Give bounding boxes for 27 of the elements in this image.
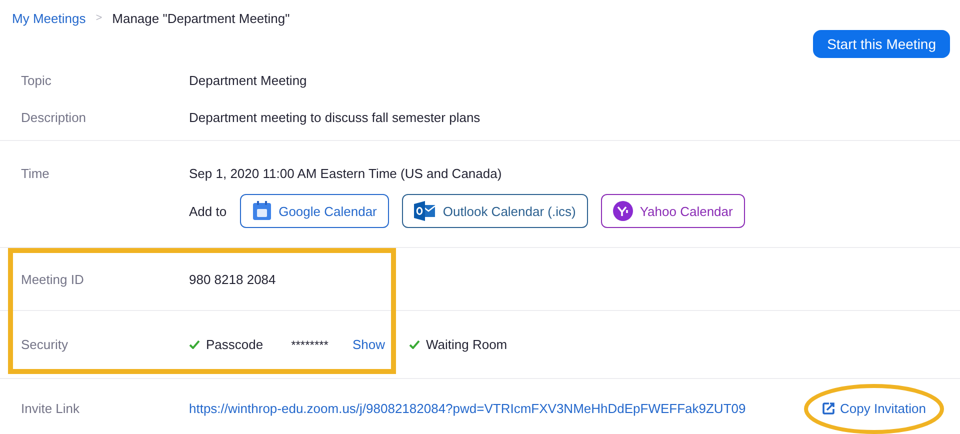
page-title: Manage "Department Meeting": [112, 10, 290, 26]
field-value: Department Meeting: [189, 72, 307, 88]
add-calendar-button[interactable]: Google Calendar: [240, 194, 389, 228]
field-value: 980 8218 2084: [189, 272, 276, 286]
breadcrumb-separator: >: [96, 12, 102, 24]
share-icon: [822, 402, 835, 414]
add-to-label: Add to: [189, 204, 227, 218]
show-link[interactable]: Show: [352, 337, 385, 352]
add-calendar-button[interactable]: Yahoo Calendar: [600, 194, 745, 228]
add-calendar-button[interactable]: Outlook Calendar (.ics): [402, 194, 588, 228]
security-option: Waiting Room: [408, 337, 508, 352]
mail-icon: [414, 201, 436, 221]
field-label: Meeting ID: [21, 272, 85, 286]
field-label: Description: [21, 110, 88, 124]
field-value: Sep 1, 2020 11:00 AM Eastern Time (US and Canada): [189, 166, 502, 180]
breadcrumb-link[interactable]: My Meetings: [12, 10, 86, 26]
field-label: Time: [21, 166, 50, 180]
invite-link[interactable]: https://winthrop-edu.zoom.us/j/98082182084?pwd=VTRIcmFXV3NMeHhDdEpFWEFFak9ZUT09: [189, 400, 746, 416]
calendar-icon: [252, 201, 272, 221]
field-label: Topic: [21, 72, 52, 88]
masked-passcode: ********: [291, 338, 328, 352]
start-meeting-button[interactable]: Start this Meeting: [813, 30, 950, 58]
yahoo-logo-icon: [612, 201, 633, 221]
field-label: Invite Link: [21, 400, 81, 416]
security-option: Passcode: [189, 337, 264, 352]
field-label: Security: [21, 337, 69, 352]
field-value: Department meeting to discuss fall semester plans: [189, 110, 480, 124]
